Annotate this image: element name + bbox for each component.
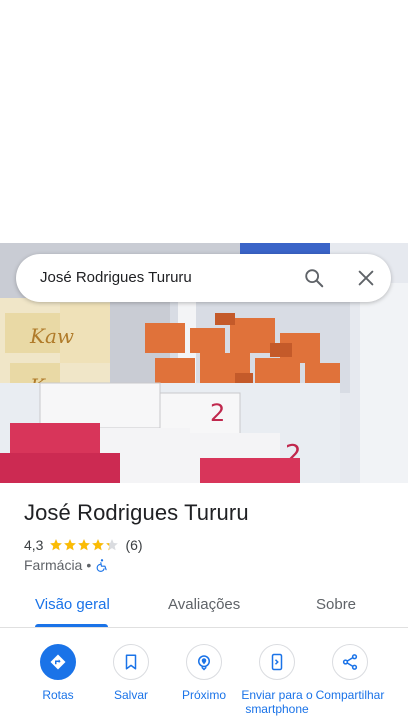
active-tab-indicator xyxy=(35,624,108,627)
action-buttons: Rotas Salvar Próximo Enviar para o smart… xyxy=(0,640,408,726)
nearby-icon xyxy=(186,644,222,680)
rating-row[interactable]: 4,3 (6) xyxy=(24,536,143,554)
bookmark-icon xyxy=(113,644,149,680)
blank-area xyxy=(0,0,408,243)
tab-overview[interactable]: Visão geral xyxy=(35,596,110,613)
category-row: Farmácia • xyxy=(24,556,109,574)
tab-about[interactable]: Sobre xyxy=(316,596,356,613)
close-icon[interactable] xyxy=(355,267,377,289)
svg-text:2: 2 xyxy=(210,399,225,427)
star-icon xyxy=(106,539,119,551)
star-icon xyxy=(50,539,63,551)
share-button[interactable]: Compartilhar xyxy=(312,644,388,702)
nearby-label: Próximo xyxy=(181,688,226,702)
place-category: Farmácia xyxy=(24,557,83,573)
send-to-phone-label: Enviar para o smartphone xyxy=(241,688,313,716)
review-count: (6) xyxy=(125,537,143,553)
search-bar[interactable]: José Rodrigues Tururu xyxy=(16,254,391,302)
share-label: Compartilhar xyxy=(315,688,385,702)
share-icon xyxy=(332,644,368,680)
star-icon xyxy=(64,539,77,551)
tab-reviews[interactable]: Avaliações xyxy=(168,596,240,613)
directions-icon xyxy=(40,644,76,680)
nearby-button[interactable]: Próximo xyxy=(166,644,242,702)
send-to-phone-button[interactable]: Enviar para o smartphone xyxy=(239,644,315,716)
send-to-phone-icon xyxy=(259,644,295,680)
svg-text:Kaw: Kaw xyxy=(29,324,74,348)
save-button[interactable]: Salvar xyxy=(93,644,169,702)
star-icon xyxy=(92,539,105,551)
directions-button[interactable]: Rotas xyxy=(20,644,96,702)
search-icon[interactable] xyxy=(303,267,325,289)
star-icon xyxy=(78,539,91,551)
directions-label: Rotas xyxy=(42,688,74,702)
rating-value: 4,3 xyxy=(24,537,44,553)
wheelchair-accessible-icon xyxy=(96,559,107,572)
separator: • xyxy=(86,557,92,573)
star-rating xyxy=(49,538,119,552)
place-title: José Rodrigues Tururu xyxy=(24,500,249,525)
save-label: Salvar xyxy=(113,688,148,702)
tab-bar: Visão geral Avaliações Sobre xyxy=(0,584,408,628)
search-input[interactable]: José Rodrigues Tururu xyxy=(40,269,192,286)
